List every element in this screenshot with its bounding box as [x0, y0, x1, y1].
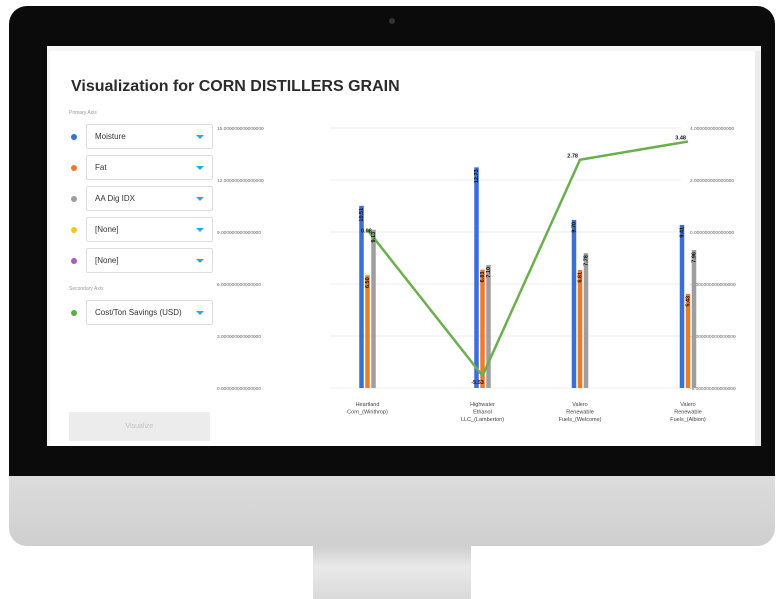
primary-series-select-3[interactable]: AA Dig IDX [86, 186, 213, 211]
primary-series-select-5[interactable]: [None] [86, 248, 213, 273]
y2-axis-tick-label: -2.000000000000000 [690, 282, 736, 288]
bar-data-label: 7.10 [486, 267, 492, 278]
screen: Visualization for CORN DISTILLERS GRAIN … [47, 46, 761, 446]
series-color-dot [71, 227, 77, 233]
bar-aa-dig-idx [371, 229, 376, 388]
x-axis-category-label: Highwater [470, 402, 495, 408]
primary-series-row-4: [None] [69, 217, 213, 242]
y2-axis-tick-label: 2.000000000000000 [690, 178, 734, 184]
bar-data-label: 12.73 [474, 169, 480, 183]
combo-chart: 0.000000000000000 3.000000000000000 6.0000… [217, 126, 736, 423]
x-axis-category-label: Heartland [356, 402, 380, 408]
primary-series-select-4[interactable]: [None] [86, 217, 213, 242]
x-axis-category-label: Fuels_(Albion) [670, 417, 706, 423]
line-data-label: 2.78 [567, 154, 578, 160]
bar-moisture [474, 167, 479, 388]
y-axis-tick-label: 3.000000000000000 [217, 334, 261, 340]
y2-axis-tick-label: 4.000000000000000 [690, 126, 734, 132]
chevron-down-icon [196, 166, 204, 170]
chevron-down-icon [196, 259, 204, 263]
bar-data-label: 6.81 [578, 272, 584, 283]
visualize-button[interactable]: Visualize [69, 412, 210, 441]
primary-series-select-1[interactable]: Moisture [86, 124, 213, 149]
secondary-series-row-1: Cost/Ton Savings (USD) [69, 300, 213, 325]
select-value: Cost/Ton Savings (USD) [95, 308, 182, 317]
y-axis-tick-label: 9.000000000000000 [217, 230, 261, 236]
primary-axis-label: Primary Axis [69, 110, 97, 116]
x-axis-category-label: LLC_(Lamberton) [461, 417, 504, 423]
y-axis-tick-label: 6.000000000000000 [217, 282, 261, 288]
series-color-dot [71, 258, 77, 264]
line-cost-ton-savings [366, 140, 689, 378]
scrollbar[interactable] [755, 51, 761, 446]
select-value: AA Dig IDX [95, 194, 136, 203]
series-color-dot [71, 134, 77, 140]
bar-data-label: 5.43 [686, 296, 692, 307]
line-data-label: -5.53 [471, 380, 484, 386]
bar-moisture [679, 224, 685, 388]
bar-data-label: 6.50 [365, 277, 371, 288]
x-axis-category-label: Corn_(Winthrop) [347, 410, 388, 416]
bar-moisture [571, 219, 577, 388]
select-value: [None] [95, 256, 119, 265]
line-data-label: 3.48 [675, 136, 686, 142]
monitor-bezel: Visualization for CORN DISTILLERS GRAIN … [9, 6, 775, 476]
bar-data-label: 10.51 [359, 208, 365, 222]
bar-data-label: 7.96 [692, 252, 698, 263]
select-value: Moisture [95, 132, 126, 141]
bar-aa-dig-idx [486, 264, 491, 388]
chevron-down-icon [196, 311, 204, 315]
bar-aa-dig-idx [691, 250, 697, 388]
bar-fat [365, 275, 370, 388]
bar-data-label: 9.41 [680, 227, 686, 238]
select-value: [None] [95, 225, 119, 234]
monitor-stand [313, 546, 471, 599]
x-axis-category-label: Valero [572, 402, 588, 408]
primary-series-row-2: Fat [69, 155, 213, 180]
bar-data-label: 9.13 [371, 232, 377, 243]
y2-axis-tick-label: -4.000000000000000 [690, 334, 736, 340]
series-color-dot [71, 196, 77, 202]
monitor-chin [9, 476, 775, 546]
bar-fat [577, 269, 583, 388]
y-axis-tick-label: 12.000000000000000 [217, 178, 264, 184]
visualization-panel: Visualization for CORN DISTILLERS GRAIN … [50, 51, 755, 446]
x-axis-category-label: Valero [680, 402, 696, 408]
x-axis-category-label: Renewable [566, 410, 594, 416]
select-value: Fat [95, 163, 107, 172]
chevron-down-icon [196, 228, 204, 232]
primary-series-row-5: [None] [69, 248, 213, 273]
bar-data-label: 7.78 [584, 255, 590, 266]
chevron-down-icon [196, 197, 204, 201]
x-axis-category-label: Ethanol [473, 410, 492, 416]
y2-axis-tick-label: -6.000000000000000 [690, 386, 736, 392]
series-color-dot [71, 165, 77, 171]
secondary-axis-label: Secondary Axis [69, 286, 104, 292]
line-data-label: 0.08 [361, 228, 372, 234]
page-title: Visualization for CORN DISTILLERS GRAIN [71, 78, 400, 95]
primary-series-row-3: AA Dig IDX [69, 186, 213, 211]
bar-data-label: 9.70 [572, 222, 578, 233]
x-axis-category-label: Renewable [674, 410, 702, 416]
primary-series-select-2[interactable]: Fat [86, 155, 213, 180]
y-axis-tick-label: 0.000000000000000 [217, 386, 261, 392]
y2-axis-tick-label: 0.000000000000000 [690, 230, 734, 236]
bar-fat [685, 293, 691, 388]
x-axis-category-label: Fuels_(Welcome) [559, 417, 602, 423]
bar-aa-dig-idx [583, 253, 589, 388]
series-color-dot [71, 310, 77, 316]
y-axis-tick-label: 15.000000000000000 [217, 126, 264, 132]
monitor-frame: Visualization for CORN DISTILLERS GRAIN … [9, 6, 775, 546]
secondary-series-select-1[interactable]: Cost/Ton Savings (USD) [86, 300, 213, 325]
chevron-down-icon [196, 135, 204, 139]
camera-icon [389, 18, 395, 24]
primary-series-row-1: Moisture [69, 124, 213, 149]
